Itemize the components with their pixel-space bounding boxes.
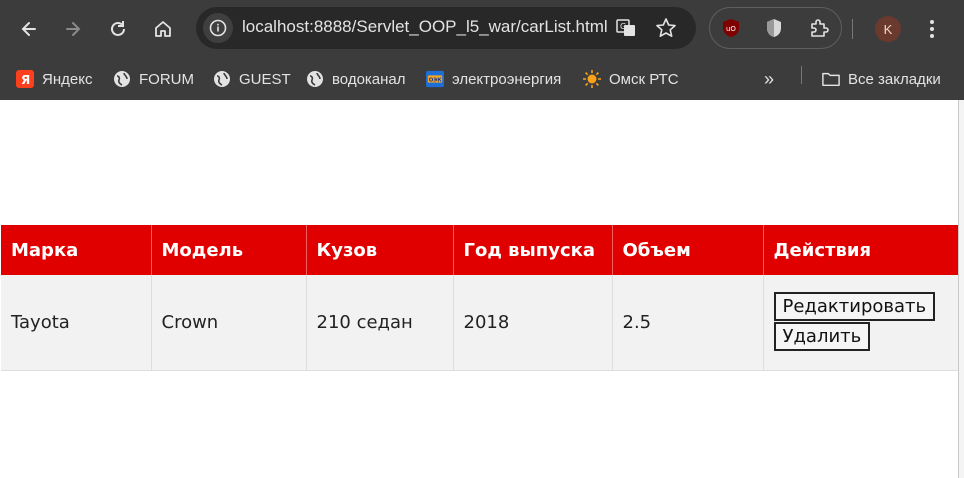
cell-year: 2018 <box>453 275 613 371</box>
all-bookmarks-button[interactable]: Все закладки <box>822 66 941 92</box>
back-button[interactable] <box>13 13 45 45</box>
bookmark-label: FORUM <box>139 70 194 88</box>
bookmarks-overflow-button[interactable]: » <box>764 66 774 92</box>
home-button[interactable] <box>147 13 179 45</box>
cell-brand: Tayota <box>1 275 152 371</box>
arrow-left-icon <box>21 22 36 36</box>
bookmark-energy[interactable]: ОЭК электроэнергия <box>426 66 561 92</box>
bookmark-label: водоканал <box>332 70 406 88</box>
shield-icon <box>767 19 781 37</box>
table-row: Tayota Crown 210 седан 2018 2.5 Редактир… <box>1 275 959 371</box>
arrow-right-icon <box>66 22 81 36</box>
shield-extension-button[interactable] <box>762 16 786 40</box>
extensions-button[interactable] <box>807 16 831 40</box>
browser-toolbar: localhost:8888/Servlet_OOP_l5_war/carLis… <box>0 0 964 58</box>
bookmark-vodokanal[interactable]: водоканал <box>306 66 406 92</box>
table-header-row: Марка Модель Кузов Год выпуска Объем Дей… <box>1 225 959 275</box>
cell-actions: Редактировать Удалить <box>763 275 959 371</box>
site-info-button[interactable] <box>203 13 233 43</box>
ublock-icon: uO <box>723 19 739 37</box>
bookmark-star-button[interactable] <box>654 16 678 40</box>
svg-text:G: G <box>620 22 626 31</box>
column-header: Год выпуска <box>453 225 613 275</box>
more-menu-icon[interactable] <box>926 14 938 44</box>
sun-icon <box>583 70 601 88</box>
bookmark-label: электроэнергия <box>452 70 562 88</box>
svg-text:Я: Я <box>21 73 30 87</box>
bookmark-omsk-rts[interactable]: Омск РТС <box>583 66 679 92</box>
column-header: Кузов <box>306 225 454 275</box>
column-header: Действия <box>763 225 959 275</box>
bookmark-label: GUEST <box>239 70 291 88</box>
star-icon <box>656 18 676 37</box>
edit-button[interactable]: Редактировать <box>773 292 936 322</box>
translate-button[interactable]: G <box>614 16 638 40</box>
window-edge <box>958 100 964 478</box>
delete-button[interactable]: Удалить <box>773 322 871 352</box>
url-text[interactable]: localhost:8888/Servlet_OOP_l5_war/carLis… <box>242 17 608 37</box>
bookmark-guest[interactable]: GUEST <box>213 66 291 92</box>
column-header: Марка <box>1 225 152 275</box>
info-icon <box>209 19 227 37</box>
forward-button[interactable] <box>57 13 89 45</box>
svg-text:uO: uO <box>726 25 736 33</box>
bookmark-forum[interactable]: FORUM <box>113 66 194 92</box>
extensions-group: uO <box>709 7 842 49</box>
ublock-button[interactable]: uO <box>719 16 743 40</box>
energy-icon: ОЭК <box>426 70 444 88</box>
bookmark-yandex[interactable]: Я Яндекс <box>16 66 92 92</box>
bookmark-label: Яндекс <box>42 70 93 88</box>
svg-text:ОЭК: ОЭК <box>429 78 443 84</box>
cell-body: 210 седан <box>306 275 454 371</box>
reload-icon <box>111 21 125 36</box>
reload-button[interactable] <box>102 13 134 45</box>
yandex-icon: Я <box>16 70 34 88</box>
home-icon <box>155 21 171 37</box>
folder-icon <box>822 70 840 88</box>
column-header: Объем <box>612 225 764 275</box>
puzzle-icon <box>811 19 829 37</box>
column-header: Модель <box>151 225 307 275</box>
all-bookmarks-label: Все закладки <box>848 70 941 88</box>
translate-icon: G <box>616 19 635 36</box>
globe-icon <box>213 70 231 88</box>
bookmark-label: Омск РТС <box>609 70 679 88</box>
page-content: Марка Модель Кузов Год выпуска Объем Дей… <box>0 100 964 478</box>
cell-volume: 2.5 <box>612 275 764 371</box>
globe-icon <box>113 70 131 88</box>
toolbar-separator <box>852 19 853 39</box>
cell-model: Crown <box>151 275 307 371</box>
bookmarks-separator <box>801 66 802 84</box>
profile-avatar[interactable]: K <box>875 16 901 42</box>
bookmarks-bar: Я Яндекс FORUM GUEST водоканал ОЭК элект… <box>0 58 964 100</box>
car-list-table: Марка Модель Кузов Год выпуска Объем Дей… <box>1 225 959 371</box>
globe-icon <box>306 70 324 88</box>
address-bar[interactable]: localhost:8888/Servlet_OOP_l5_war/carLis… <box>196 7 696 49</box>
